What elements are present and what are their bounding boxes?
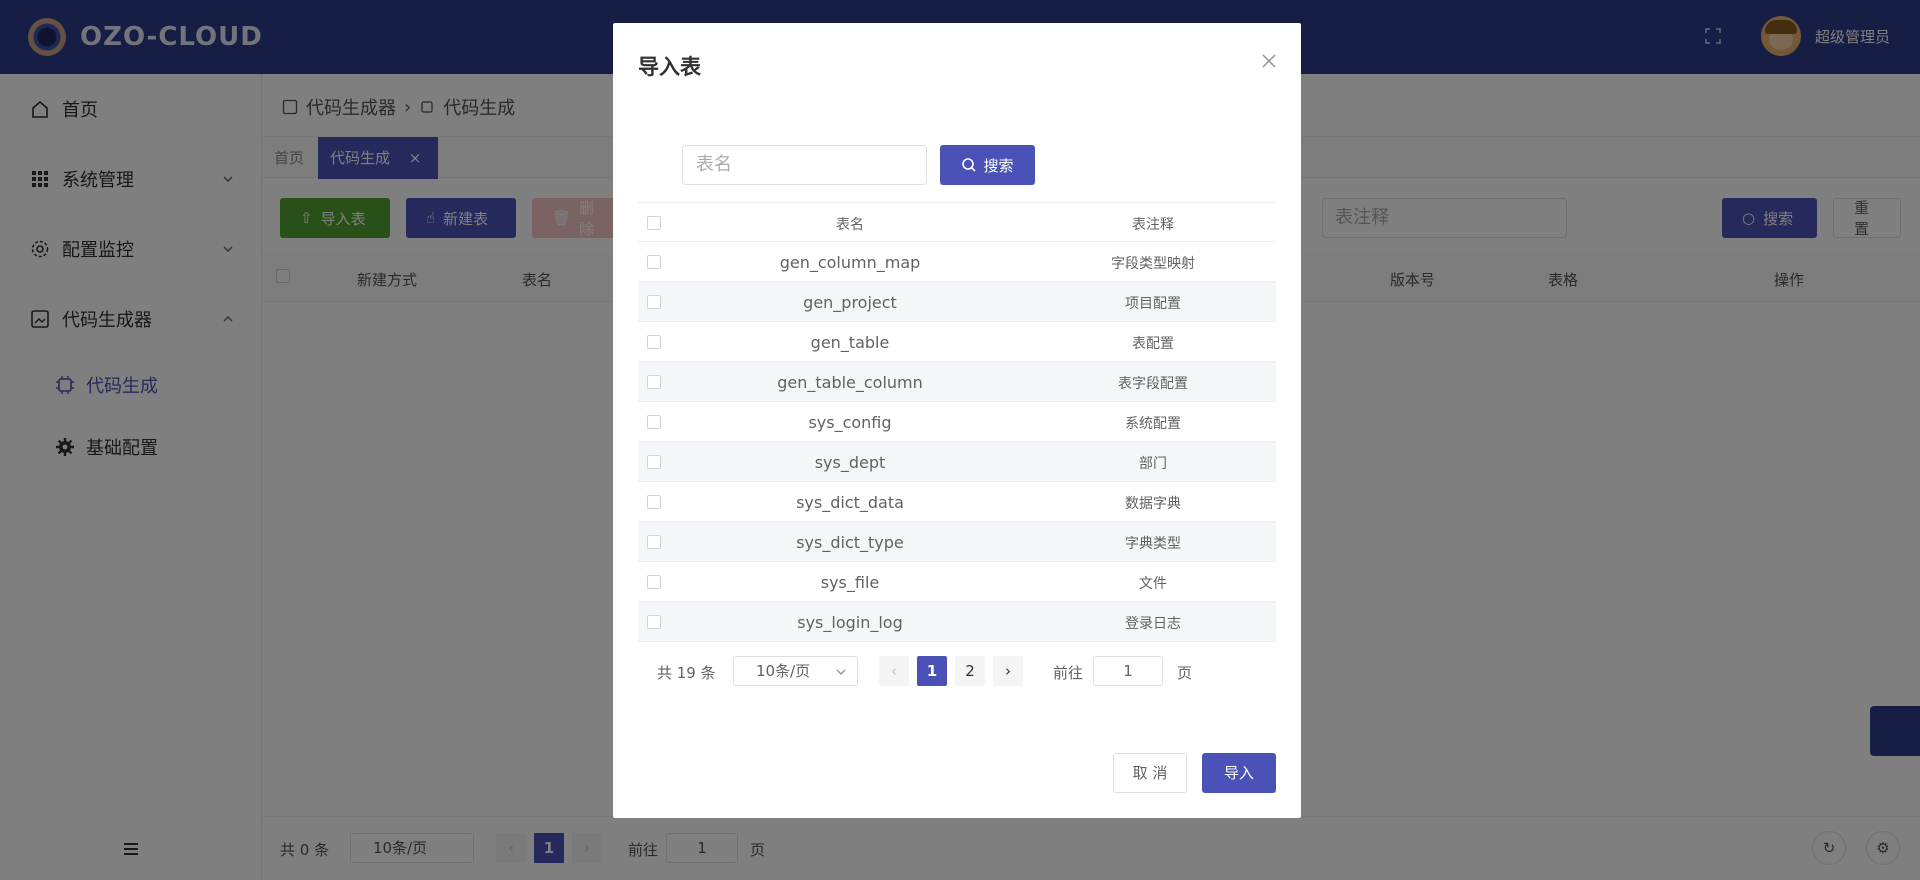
next-page-button[interactable]: › (993, 656, 1023, 686)
table-name-cell: sys_dept (814, 453, 886, 472)
table-comment-cell: 表字段配置 (1118, 376, 1188, 392)
page-button-1[interactable]: 1 (917, 656, 947, 686)
select-all-checkbox[interactable] (647, 216, 661, 230)
column-header: 表注释 (1132, 217, 1174, 233)
page-size-select[interactable]: 10条/页 (733, 656, 858, 686)
table-row[interactable]: sys_file 文件 (638, 562, 1276, 602)
goto-input[interactable]: 1 (1093, 656, 1163, 686)
dialog-search-button[interactable]: 搜索 (940, 145, 1035, 185)
row-checkbox[interactable] (647, 335, 661, 349)
total-count: 共 19 条 (657, 664, 716, 682)
table-name-input[interactable]: 表名 (682, 145, 927, 185)
table-comment-cell: 数据字典 (1125, 496, 1181, 512)
row-checkbox[interactable] (647, 455, 661, 469)
table-row[interactable]: sys_config 系统配置 (638, 402, 1276, 442)
table-comment-cell: 部门 (1139, 456, 1167, 472)
table-name-cell: sys_login_log (797, 613, 903, 632)
table-row[interactable]: sys_login_log 登录日志 (638, 602, 1276, 642)
table-name-cell: sys_dict_data (796, 493, 904, 512)
table-name-cell: gen_table (810, 333, 890, 352)
search-button-label: 搜索 (983, 156, 1014, 175)
table-row[interactable]: sys_dict_type 字典类型 (638, 522, 1276, 562)
chevron-down-icon (836, 669, 846, 675)
dialog-pagination: 共 19 条 10条/页 ‹ 1 2 › 前往 1 页 (657, 656, 1217, 686)
import-table-dialog: 导入表 表名 搜索 表名 表注释 gen_column_map 字段类型映射 ge… (613, 23, 1301, 818)
table-comment-cell: 文件 (1139, 576, 1167, 592)
table-name-cell: gen_project (803, 293, 897, 312)
page-button-2[interactable]: 2 (955, 656, 985, 686)
search-icon (962, 158, 977, 172)
table-row[interactable]: sys_dict_data 数据字典 (638, 482, 1276, 522)
dialog-title: 导入表 (638, 55, 701, 79)
table-row[interactable]: gen_project 项目配置 (638, 282, 1276, 322)
table-row[interactable]: gen_column_map 字段类型映射 (638, 242, 1276, 282)
table-comment-cell: 表配置 (1132, 336, 1174, 352)
row-checkbox[interactable] (647, 575, 661, 589)
table-name-cell: gen_column_map (779, 253, 921, 272)
row-checkbox[interactable] (647, 255, 661, 269)
row-checkbox[interactable] (647, 615, 661, 629)
goto-label: 前往 (1053, 664, 1084, 682)
table-name-cell: sys_config (808, 413, 892, 432)
cancel-button[interactable]: 取 消 (1113, 753, 1187, 793)
import-confirm-button[interactable]: 导入 (1202, 753, 1276, 793)
close-icon[interactable] (1261, 53, 1277, 69)
table-comment-cell: 字段类型映射 (1111, 256, 1195, 272)
table-name-cell: gen_table_column (777, 373, 923, 392)
table-comment-cell: 字典类型 (1125, 536, 1181, 552)
row-checkbox[interactable] (647, 415, 661, 429)
table-row[interactable]: sys_dept 部门 (638, 442, 1276, 482)
page-size-label: 10条/页 (756, 662, 811, 680)
table-name-cell: sys_dict_type (796, 533, 904, 552)
table-comment-cell: 登录日志 (1125, 616, 1181, 632)
table-row[interactable]: gen_table_column 表字段配置 (638, 362, 1276, 402)
row-checkbox[interactable] (647, 535, 661, 549)
row-checkbox[interactable] (647, 295, 661, 309)
row-checkbox[interactable] (647, 495, 661, 509)
page-unit: 页 (1177, 664, 1193, 682)
prev-page-button[interactable]: ‹ (879, 656, 909, 686)
table-row[interactable]: gen_table 表配置 (638, 322, 1276, 362)
table-comment-cell: 系统配置 (1125, 416, 1181, 432)
table-name-cell: sys_file (820, 573, 880, 592)
column-header: 表名 (836, 217, 864, 233)
table-list: 表名 表注释 gen_column_map 字段类型映射 gen_project 项… (638, 202, 1276, 642)
row-checkbox[interactable] (647, 375, 661, 389)
table-header-row: 表名 表注释 (638, 202, 1276, 242)
table-comment-cell: 项目配置 (1125, 296, 1181, 312)
